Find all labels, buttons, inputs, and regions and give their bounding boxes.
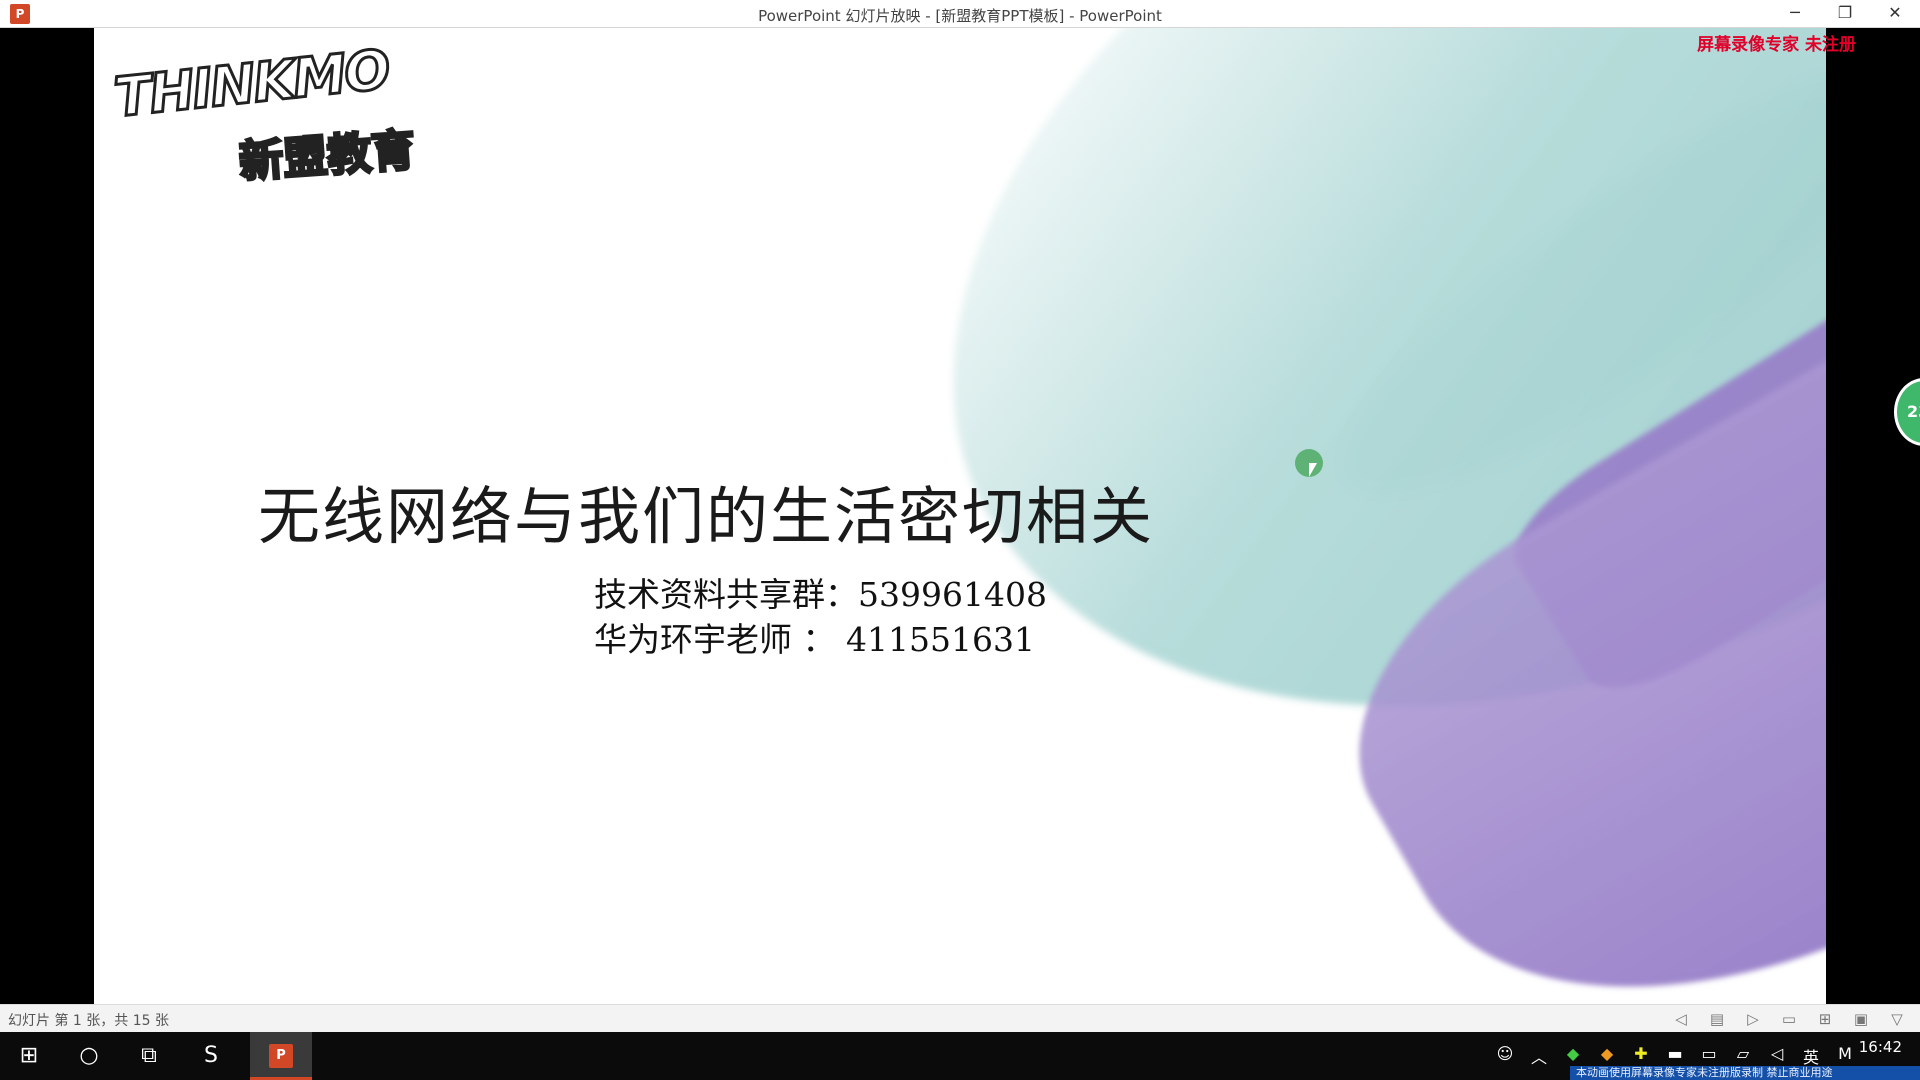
taskbar: ⊞ ○ ⧉ S P ☺ ︿ ◆ ◆ ✚ ▬ ▭ ▱ ◁ 英 M 16:42 本动…	[0, 1032, 1920, 1080]
mouse-cursor-icon	[1309, 463, 1317, 477]
minimize-button[interactable]: ─	[1770, 0, 1820, 28]
system-tray: ☺ ︿ ◆ ◆ ✚ ▬ ▭ ▱ ◁ 英 M	[1494, 1044, 1856, 1068]
tray-app-icon[interactable]: ◆	[1562, 1044, 1584, 1068]
prev-slide-icon[interactable]: ◁	[1670, 1008, 1692, 1030]
slide-title: 无线网络与我们的生活密切相关	[257, 480, 1154, 553]
slide-contact-info: 技术资料共享群：539961408 华为环宇老师 ： 411551631	[594, 572, 1047, 662]
logo-wordmark: THINKMO	[110, 36, 393, 130]
normal-view-icon[interactable]: ▭	[1778, 1008, 1800, 1030]
ime-icon[interactable]: M	[1834, 1044, 1856, 1068]
powerpoint-taskbar-button[interactable]: P	[250, 1032, 312, 1080]
slideshow-slide[interactable]: THINKMO 新盟教育 无线网络与我们的生活密切相关 技术资料共享群：5399…	[94, 28, 1826, 1004]
thinkmo-logo: THINKMO 新盟教育	[110, 36, 444, 202]
input-language[interactable]: 英	[1800, 1044, 1822, 1068]
notes-icon[interactable]: ▤	[1706, 1008, 1728, 1030]
task-view-icon[interactable]: ⧉	[120, 1032, 178, 1080]
next-slide-icon[interactable]: ▷	[1742, 1008, 1764, 1030]
title-bar: P PowerPoint 幻灯片放映 - [新盟教育PPT模板] - Power…	[0, 0, 1920, 28]
search-icon[interactable]: ○	[60, 1032, 118, 1080]
close-button[interactable]: ✕	[1870, 0, 1920, 28]
network-icon[interactable]: ▱	[1732, 1044, 1754, 1068]
qq-group-line: 技术资料共享群：539961408	[594, 575, 1047, 614]
start-button[interactable]: ⊞	[0, 1032, 58, 1080]
window-controls: ─ ❐ ✕	[1770, 0, 1920, 28]
people-icon[interactable]: ☺	[1494, 1044, 1516, 1068]
recorder-watermark: 屏幕录像专家 未注册	[1697, 35, 1856, 55]
reading-view-icon[interactable]: ▣	[1850, 1008, 1872, 1030]
tray-app-icon-4[interactable]: ▬	[1664, 1044, 1686, 1068]
status-view-controls: ◁ ▤ ▷ ▭ ⊞ ▣ ▽	[1670, 1008, 1908, 1030]
tray-app-icon-3[interactable]: ✚	[1630, 1044, 1652, 1068]
logo-chinese-name: 新盟教育	[236, 123, 418, 189]
teacher-contact-line: 华为环宇老师 ： 411551631	[594, 620, 1035, 659]
window-title: PowerPoint 幻灯片放映 - [新盟教育PPT模板] - PowerPo…	[758, 7, 1162, 25]
slideshow-icon[interactable]: ▽	[1886, 1008, 1908, 1030]
restore-button[interactable]: ❐	[1820, 0, 1870, 28]
battery-icon[interactable]: ▭	[1698, 1044, 1720, 1068]
slide-sorter-icon[interactable]: ⊞	[1814, 1008, 1836, 1030]
chevron-up-icon[interactable]: ︿	[1528, 1044, 1550, 1068]
status-bar: 幻灯片 第 1 张，共 15 张 ◁ ▤ ▷ ▭ ⊞ ▣ ▽	[0, 1004, 1920, 1032]
app-icon[interactable]: S	[182, 1032, 240, 1080]
volume-icon[interactable]: ◁	[1766, 1044, 1788, 1068]
slide-counter: 幻灯片 第 1 张，共 15 张	[8, 1013, 169, 1029]
powerpoint-icon: P	[269, 1044, 293, 1068]
taskbar-clock[interactable]: 16:42	[1859, 1038, 1902, 1056]
recorder-ticker: 本动画使用屏幕录像专家未注册版录制 禁止商业用途	[1570, 1066, 1920, 1080]
floating-badge[interactable]: 23	[1894, 378, 1920, 446]
tray-app-icon-2[interactable]: ◆	[1596, 1044, 1618, 1068]
